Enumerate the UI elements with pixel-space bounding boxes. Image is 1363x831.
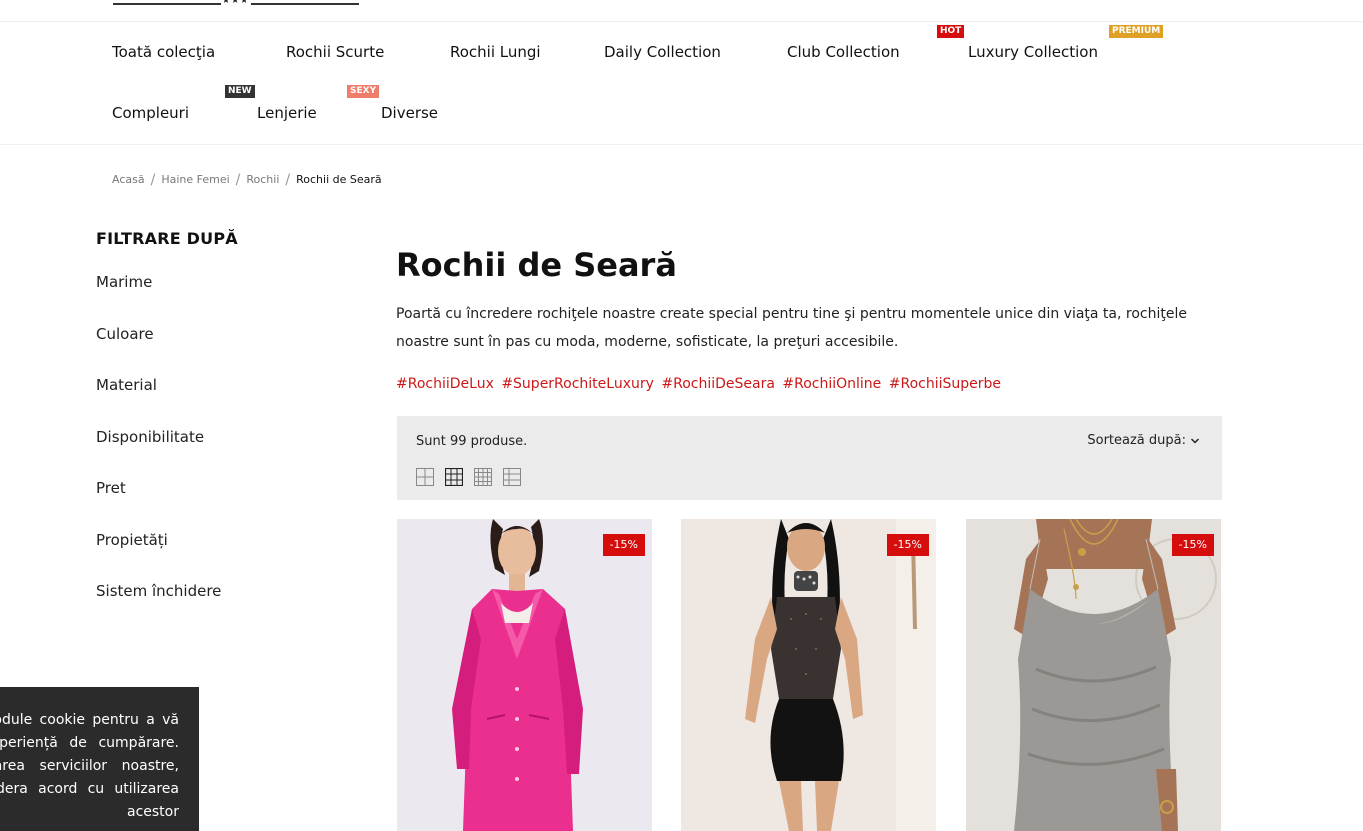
sort-label: Sortează după: [1087, 433, 1186, 448]
nav-item-rochii-lungi[interactable]: Rochii Lungi [450, 43, 541, 61]
discount-badge: -15% [1171, 534, 1214, 556]
nav-item-toata-colectia[interactable]: Toată colecţia [112, 43, 215, 61]
nav-item-club-collection[interactable]: Club Collection [787, 43, 900, 61]
main-navigation: Toată colecţia Rochii Scurte Rochii Lung… [0, 22, 1363, 145]
grid-3-icon[interactable] [445, 468, 464, 486]
hot-badge: HOT [937, 25, 965, 38]
breadcrumb-separator: / [150, 172, 156, 188]
product-card[interactable]: -15% [966, 519, 1221, 831]
new-badge: NEW [225, 85, 255, 98]
logo-stars-icon: ★★★ [222, 0, 250, 6]
hashtag-link[interactable]: #RochiiDeLux [396, 376, 494, 392]
filter-disponibilitate[interactable]: Disponibilitate [96, 428, 204, 446]
logo-strip: ★★★ [0, 0, 1363, 22]
filter-pret[interactable]: Pret [96, 479, 126, 497]
nav-item-compleuri[interactable]: Compleuri [112, 104, 189, 122]
product-image-black-sequin-dress [681, 519, 936, 831]
logo-line-left [113, 3, 221, 5]
breadcrumb-separator: / [235, 172, 241, 188]
nav-item-daily-collection[interactable]: Daily Collection [604, 43, 721, 61]
discount-badge: -15% [886, 534, 929, 556]
grid-4-icon[interactable] [474, 468, 493, 486]
hashtag-link[interactable]: #RochiiDeSeara [661, 376, 775, 392]
product-card[interactable]: -15% [397, 519, 652, 831]
nav-item-diverse[interactable]: Diverse [381, 104, 438, 122]
list-icon[interactable] [503, 468, 522, 486]
category-description: Poartă cu încredere rochiţele noastre cr… [396, 306, 1187, 350]
hashtag-link[interactable]: #SuperRochiteLuxury [501, 376, 654, 392]
grid-2-icon[interactable] [416, 468, 434, 486]
hashtag-link[interactable]: #RochiiOnline [782, 376, 881, 392]
sexy-badge: SEXY [347, 85, 380, 98]
filter-culoare[interactable]: Culoare [96, 325, 154, 343]
nav-item-luxury-collection[interactable]: Luxury Collection [968, 43, 1098, 61]
filter-sistem-inchidere[interactable]: Sistem închidere [96, 582, 221, 600]
logo-line-right [251, 3, 359, 5]
product-image-pink-blazer-dress [397, 519, 652, 831]
discount-badge: -15% [602, 534, 645, 556]
hashtag-link[interactable]: #RochiiSuperbe [889, 376, 1001, 392]
view-mode-switcher [416, 468, 527, 487]
nav-item-lenjerie[interactable]: Lenjerie [257, 104, 317, 122]
breadcrumb-current: Rochii de Seară [296, 173, 382, 186]
breadcrumb-haine-femei[interactable]: Haine Femei [161, 173, 229, 186]
breadcrumb-rochii[interactable]: Rochii [246, 173, 279, 186]
cookie-notice: Folosim module cookie pentru a vă oferi … [0, 687, 199, 831]
sort-dropdown[interactable]: Sortează după: [1087, 433, 1200, 448]
product-count: Sunt 99 produse. [416, 434, 528, 449]
product-image-silver-slip-dress [966, 519, 1221, 831]
filter-material[interactable]: Material [96, 376, 157, 394]
product-card[interactable]: -15% [681, 519, 936, 831]
filter-title: FILTRARE DUPĂ [96, 229, 238, 248]
filter-marime[interactable]: Marime [96, 273, 152, 291]
breadcrumb-home[interactable]: Acasă [112, 173, 145, 186]
products-toolbar: Sunt 99 produse. Sortează după: [397, 416, 1222, 500]
page-title: Rochii de Seară [396, 246, 677, 284]
premium-badge: PREMIUM [1109, 25, 1164, 38]
nav-item-rochii-scurte[interactable]: Rochii Scurte [286, 43, 384, 61]
filter-propietati[interactable]: Propietăți [96, 531, 168, 549]
chevron-down-icon [1190, 438, 1200, 444]
hashtags: #RochiiDeLux #SuperRochiteLuxury #Rochii… [396, 376, 1004, 392]
breadcrumb-separator: / [285, 172, 291, 188]
breadcrumb: Acasă / Haine Femei / Rochii / Rochii de Seară [112, 172, 382, 188]
cookie-notice-text: Folosim module cookie pentru a vă oferi … [0, 712, 179, 820]
